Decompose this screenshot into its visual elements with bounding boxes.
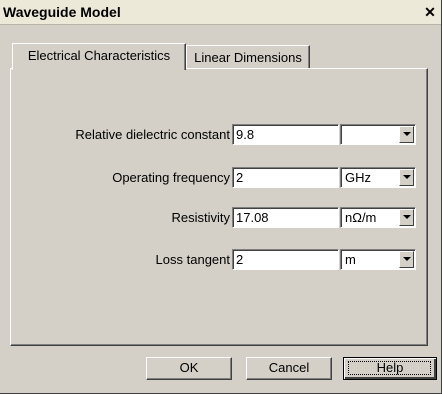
chevron-down-icon[interactable]: [399, 251, 414, 268]
relative-dielectric-constant-unit-select[interactable]: [340, 124, 416, 145]
ok-button[interactable]: OK: [146, 357, 232, 380]
chevron-down-icon[interactable]: [399, 169, 414, 186]
tab-linear-dimensions[interactable]: Linear Dimensions: [186, 45, 310, 68]
field-label: Resistivity: [171, 210, 230, 225]
help-button[interactable]: Help: [343, 357, 437, 380]
tab-label: Linear Dimensions: [194, 50, 302, 65]
field-row-resistivity: Resistivity 17.08 nΩ/m: [0, 206, 442, 228]
field-row-operating-frequency: Operating frequency 2 GHz: [0, 166, 442, 188]
field-label: Operating frequency: [112, 170, 230, 185]
cancel-button-label: Cancel: [268, 360, 310, 375]
waveguide-dialog: Waveguide Model ✕ Electrical Characteris…: [0, 0, 442, 394]
close-icon[interactable]: ✕: [423, 5, 437, 19]
relative-dielectric-constant-input[interactable]: 9.8: [232, 124, 339, 145]
tab-label: Electrical Characteristics: [27, 48, 171, 63]
chevron-down-icon[interactable]: [399, 126, 414, 143]
ok-button-label: OK: [179, 360, 199, 375]
field-label: Loss tangent: [155, 252, 230, 267]
unit-value: nΩ/m: [345, 210, 377, 225]
loss-tangent-unit-select[interactable]: m: [340, 249, 416, 270]
field-label: Relative dielectric constant: [75, 127, 230, 142]
cancel-button[interactable]: Cancel: [246, 357, 332, 380]
chevron-down-icon[interactable]: [399, 209, 414, 226]
help-button-label: Help: [376, 360, 404, 375]
loss-tangent-input[interactable]: 2: [232, 249, 339, 270]
window-title: Waveguide Model: [3, 4, 121, 20]
unit-value: GHz: [345, 170, 371, 185]
unit-value: m: [345, 252, 356, 267]
operating-frequency-input[interactable]: 2: [232, 167, 339, 188]
operating-frequency-unit-select[interactable]: GHz: [340, 167, 416, 188]
field-row-loss-tangent: Loss tangent 2 m: [0, 248, 442, 270]
resistivity-unit-select[interactable]: nΩ/m: [340, 207, 416, 228]
field-row-relative-dielectric-constant: Relative dielectric constant 9.8: [0, 123, 442, 145]
title-bar[interactable]: Waveguide Model ✕: [0, 0, 441, 25]
resistivity-input[interactable]: 17.08: [232, 207, 339, 228]
tab-electrical-characteristics[interactable]: Electrical Characteristics: [12, 43, 186, 70]
